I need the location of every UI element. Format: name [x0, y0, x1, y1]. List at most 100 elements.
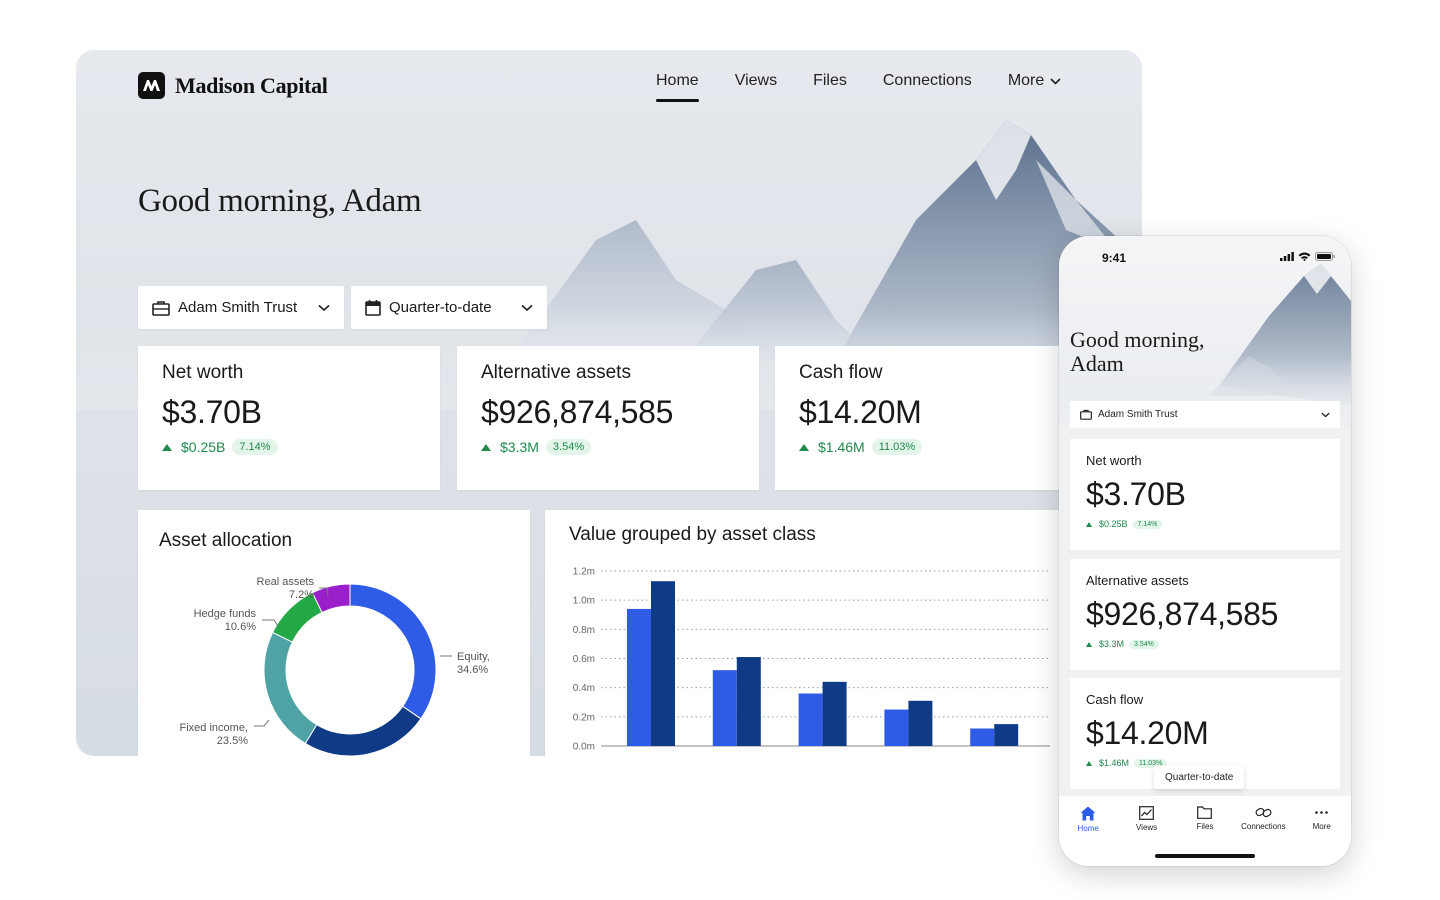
asset-allocation-panel: Asset allocation Real assets 7.2% Hedge … — [138, 510, 530, 756]
chevron-down-icon — [1321, 412, 1330, 417]
nav-home[interactable]: Home — [656, 72, 699, 102]
y-tick-label: 1.0m — [573, 596, 595, 607]
tab-home[interactable]: Home — [1060, 806, 1116, 866]
y-tick-label: 0.2m — [573, 712, 595, 723]
kpi-alternative-assets[interactable]: Alternative assets $926,874,585 $3.3M 3.… — [457, 346, 759, 490]
mobile-account-select[interactable]: Adam Smith Trust — [1070, 401, 1340, 428]
kpi-value: $926,874,585 — [1086, 596, 1279, 632]
home-icon — [1080, 806, 1096, 821]
nav-views-label: Views — [734, 72, 778, 89]
leader-line — [254, 719, 270, 727]
kpi-delta-amount: $0.25B — [181, 439, 226, 455]
kpi-title: Cash flow — [799, 362, 883, 383]
donut-slice-other[interactable] — [304, 705, 422, 756]
donut-label-fixed-name: Fixed income, — [180, 722, 248, 734]
y-tick-label: 0.8m — [573, 625, 595, 636]
period-select-label: Quarter-to-date — [389, 299, 492, 316]
donut-label-fixed-pct: 23.5% — [217, 735, 248, 747]
donut-label-hedge-pct: 10.6% — [225, 621, 256, 633]
brand[interactable]: Madison Capital — [138, 72, 328, 99]
nav-files-label: Files — [813, 72, 847, 89]
tab-files-label: Files — [1196, 822, 1214, 831]
y-tick-label: 0.0m — [573, 742, 595, 753]
bar-series-1[interactable] — [798, 693, 823, 747]
kpi-title: Net worth — [1086, 453, 1142, 468]
kpi-cash-flow[interactable]: Cash flow $14.20M $1.46M 11.03% — [775, 346, 1077, 490]
nav-more[interactable]: More — [1008, 72, 1061, 102]
mobile-hero: 9:41 Good morning, Adam — [1059, 236, 1351, 426]
kpi-value: $14.20M — [799, 394, 922, 430]
kpi-value: $3.70B — [162, 394, 262, 430]
bar-series-2[interactable] — [822, 681, 847, 746]
ellipsis-icon — [1315, 811, 1329, 814]
leader-line — [262, 619, 279, 627]
bar-series-1[interactable] — [884, 709, 909, 746]
account-select[interactable]: Adam Smith Trust — [138, 286, 344, 329]
account-select-label: Adam Smith Trust — [178, 299, 298, 316]
bar-series-2[interactable] — [908, 700, 933, 746]
kpi-delta-amount: $0.25B — [1099, 519, 1128, 529]
kpi-net-worth[interactable]: Net worth $3.70B $0.25B 7.14% — [138, 346, 440, 490]
tab-more[interactable]: More — [1294, 806, 1350, 866]
donut-label-equity-pct: 34.6% — [457, 664, 488, 676]
mobile-page-title: Good morning, Adam — [1070, 327, 1205, 376]
kpi-delta: $3.3M 3.54% — [1086, 639, 1324, 649]
tab-home-label: Home — [1077, 824, 1099, 833]
kpi-value: $926,874,585 — [481, 394, 674, 430]
kpi-delta-amount: $3.3M — [500, 439, 539, 455]
kpi-delta-badge: 7.14% — [232, 439, 278, 455]
bar-series-2[interactable] — [651, 581, 675, 746]
nav-files[interactable]: Files — [813, 72, 847, 102]
y-tick-label: 0.4m — [573, 683, 595, 694]
kpi-delta: $0.25B 7.14% — [162, 439, 416, 455]
brand-name: Madison Capital — [175, 72, 328, 98]
nav-home-label: Home — [656, 72, 699, 89]
arrow-up-icon — [481, 443, 491, 451]
mobile-kpi-alternative-assets[interactable]: Alternative assets $926,874,585 $3.3M 3.… — [1070, 559, 1340, 670]
bar-series-1[interactable] — [627, 608, 651, 746]
mobile-tab-bar: Home Views Files Connections More — [1059, 796, 1351, 866]
period-select[interactable]: Quarter-to-date — [351, 286, 547, 329]
kpi-title: Alternative assets — [481, 362, 631, 383]
donut-slice-fixed-income[interactable] — [263, 631, 318, 745]
kpi-title: Alternative assets — [1086, 573, 1189, 588]
status-time: 9:41 — [1102, 251, 1127, 265]
bar-series-2[interactable] — [736, 657, 761, 746]
donut-slice-equity[interactable] — [349, 583, 437, 720]
kpi-delta: $3.3M 3.54% — [481, 439, 735, 455]
tab-more-label: More — [1312, 822, 1331, 831]
nav-more-label: More — [1007, 72, 1045, 89]
battery-icon — [1315, 252, 1335, 261]
kpi-title: Cash flow — [1086, 692, 1144, 707]
bar-series-1[interactable] — [712, 670, 737, 746]
status-icons — [1280, 252, 1335, 261]
wifi-icon — [1298, 252, 1311, 261]
kpi-value: $14.20M — [1086, 715, 1209, 751]
brand-logo-icon — [138, 72, 165, 99]
nav-connections[interactable]: Connections — [883, 72, 972, 102]
briefcase-icon — [152, 300, 170, 316]
period-tooltip: Quarter-to-date — [1154, 766, 1245, 789]
donut-label-hedge-name: Hedge funds — [194, 608, 257, 620]
chevron-down-icon — [318, 304, 330, 311]
donut-chart: Real assets 7.2% Hedge funds 10.6% Fixed… — [180, 576, 490, 756]
nav-views[interactable]: Views — [735, 72, 777, 102]
y-tick-label: 0.6m — [573, 654, 595, 665]
kpi-delta-badge: 11.03% — [871, 439, 923, 455]
kpi-delta: $0.25B 7.14% — [1086, 519, 1324, 529]
arrow-up-icon — [799, 443, 809, 451]
link-icon — [1255, 807, 1272, 818]
page-title: Good morning, Adam — [138, 183, 422, 219]
donut-label-real-pct: 7.2% — [289, 589, 314, 601]
kpi-title: Net worth — [162, 362, 244, 383]
arrow-up-icon — [1086, 760, 1092, 766]
mobile-kpi-net-worth[interactable]: Net worth $3.70B $0.25B 7.14% — [1070, 439, 1340, 550]
tab-views-label: Views — [1135, 823, 1158, 832]
bar-series-2[interactable] — [994, 724, 1019, 746]
y-tick-label: 1.2m — [573, 567, 595, 578]
bar-series-1[interactable] — [970, 728, 995, 747]
kpi-delta-badge: 7.14% — [1132, 519, 1163, 529]
desktop-window: Madison Capital Home Views Files Connect… — [76, 50, 1142, 756]
donut-label-equity-name: Equity, — [457, 651, 490, 663]
arrow-up-icon — [1086, 521, 1092, 527]
